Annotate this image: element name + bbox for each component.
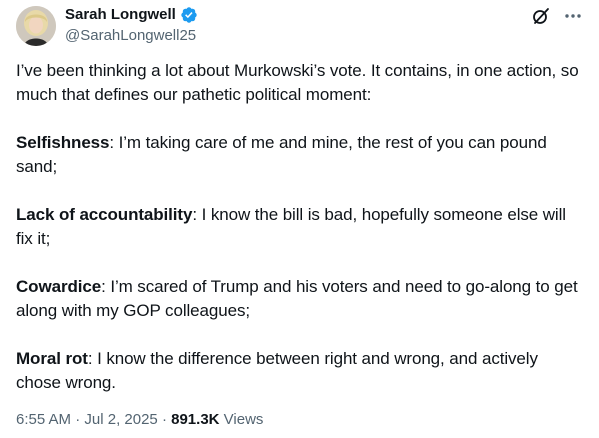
top-actions (531, 6, 583, 26)
post-date[interactable]: Jul 2, 2025 (84, 411, 157, 428)
tweet-point: Moral rot: I know the difference between… (16, 347, 583, 395)
post-time[interactable]: 6:55 AM (16, 411, 71, 428)
grok-icon[interactable] (531, 6, 551, 26)
point-label: Cowardice (16, 277, 102, 296)
tweet: Sarah Longwell @SarahLongwell25 I’ve bee… (0, 0, 599, 438)
meta-separator: · (75, 411, 81, 428)
views-count[interactable]: 891.3K (171, 411, 219, 428)
tweet-point: Cowardice: I’m scared of Trump and his v… (16, 275, 583, 323)
author-display-name[interactable]: Sarah Longwell (65, 5, 176, 25)
tweet-body: I’ve been thinking a lot about Murkowski… (16, 59, 583, 395)
name-row: Sarah Longwell (65, 5, 198, 25)
tweet-point: Selfishness: I’m taking care of me and m… (16, 131, 583, 179)
tweet-header: Sarah Longwell @SarahLongwell25 (65, 5, 198, 46)
point-label: Moral rot (16, 349, 88, 368)
views-label: Views (223, 411, 264, 428)
tweet-point: Lack of accountability: I know the bill … (16, 203, 583, 251)
point-text: : I know the difference between right an… (16, 349, 538, 392)
point-label: Selfishness (16, 133, 110, 152)
tweet-intro: I’ve been thinking a lot about Murkowski… (16, 61, 579, 104)
point-text: : I’m scared of Trump and his voters and… (16, 277, 578, 320)
tweet-meta: 6:55 AM · Jul 2, 2025 · 891.3K Views (16, 410, 263, 430)
point-label: Lack of accountability (16, 205, 193, 224)
author-handle[interactable]: @SarahLongwell25 (65, 26, 198, 46)
verified-badge-icon (180, 6, 198, 24)
avatar[interactable] (16, 6, 56, 46)
meta-separator: · (161, 411, 167, 428)
more-icon[interactable] (563, 6, 583, 26)
